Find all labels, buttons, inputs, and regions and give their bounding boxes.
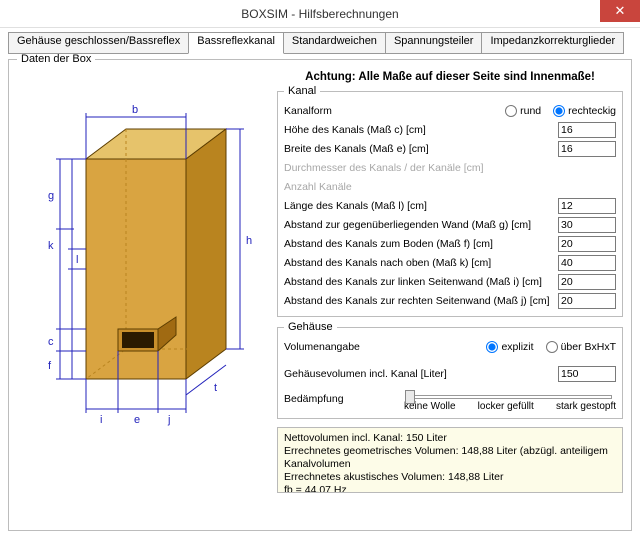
window-title: BOXSIM - Hilfsberechnungen — [241, 7, 398, 21]
groupbox-kanal: Kanal Kanalform rund rechteckig Höhe des… — [277, 85, 623, 317]
abstand-k-input[interactable] — [558, 255, 616, 271]
tab-impedanzkorrekturglieder[interactable]: Impedanzkorrekturglieder — [481, 32, 624, 54]
bedaempfung-label: Bedämpfung — [284, 389, 404, 405]
svg-text:b: b — [132, 104, 138, 116]
abstand-g-label: Abstand zur gegenüberliegenden Wand (Maß… — [284, 219, 558, 231]
svg-text:i: i — [100, 414, 102, 426]
abstand-g-input[interactable] — [558, 217, 616, 233]
svg-text:g: g — [48, 190, 54, 202]
anzahl-label: Anzahl Kanäle — [284, 181, 616, 193]
gehaeuse-legend: Gehäuse — [284, 321, 337, 333]
svg-text:l: l — [76, 254, 78, 266]
tab-bassreflexkanal[interactable]: Bassreflexkanal — [188, 32, 284, 54]
results-box: Nettovolumen incl. Kanal: 150 Liter Erre… — [277, 427, 623, 493]
svg-text:e: e — [134, 414, 140, 426]
abstand-f-label: Abstand des Kanals zum Boden (Maß f) [cm… — [284, 238, 558, 250]
svg-text:j: j — [167, 414, 170, 426]
volangabe-bxhxt-radio[interactable]: über BxHxT — [546, 341, 616, 353]
result-fb: fb = 44,07 Hz — [284, 484, 616, 493]
result-geometrisches-volumen: Errechnetes geometrisches Volumen: 148,8… — [284, 445, 616, 471]
durchmesser-label: Durchmesser des Kanals / der Kanäle [cm] — [284, 162, 616, 174]
groupbox-title: Daten der Box — [17, 53, 95, 65]
slider-label-stark: stark gestopft — [556, 401, 616, 412]
groupbox-daten-der-box: Daten der Box — [8, 53, 632, 531]
volangabe-explizit-radio[interactable]: explizit — [486, 341, 533, 353]
close-icon: ✕ — [615, 3, 626, 19]
close-button[interactable]: ✕ — [600, 0, 640, 22]
svg-text:f: f — [48, 360, 52, 372]
laenge-l-input[interactable] — [558, 198, 616, 214]
slider-thumb[interactable] — [405, 390, 415, 404]
abstand-j-input[interactable] — [558, 293, 616, 309]
warning-text: Achtung: Alle Maße auf dieser Seite sind… — [277, 71, 623, 83]
result-nettovolumen: Nettovolumen incl. Kanal: 150 Liter — [284, 432, 616, 445]
hoehe-c-label: Höhe des Kanals (Maß c) [cm] — [284, 124, 558, 136]
abstand-i-label: Abstand des Kanals zur linken Seitenwand… — [284, 276, 558, 288]
app-window: BOXSIM - Hilfsberechnungen ✕ Gehäuse ges… — [0, 0, 640, 545]
svg-text:h: h — [246, 235, 252, 247]
diagram-pane: b h t — [17, 71, 275, 524]
volumen-input[interactable] — [558, 366, 616, 382]
kanalform-label: Kanalform — [284, 105, 505, 117]
svg-text:c: c — [48, 336, 54, 348]
svg-text:t: t — [214, 382, 217, 394]
kanalform-rechteckig-radio[interactable]: rechteckig — [553, 105, 616, 117]
abstand-k-label: Abstand des Kanals nach oben (Maß k) [cm… — [284, 257, 558, 269]
svg-text:k: k — [48, 240, 54, 252]
result-akustisches-volumen: Errechnetes akustisches Volumen: 148,88 … — [284, 471, 616, 484]
tab-spannungsteiler[interactable]: Spannungsteiler — [385, 32, 483, 54]
hoehe-c-input[interactable] — [558, 122, 616, 138]
volumen-label: Gehäusevolumen incl. Kanal [Liter] — [284, 368, 558, 380]
tab-standardweichen[interactable]: Standardweichen — [283, 32, 386, 54]
box-diagram: b h t — [26, 99, 266, 439]
abstand-f-input[interactable] — [558, 236, 616, 252]
abstand-j-label: Abstand des Kanals zur rechten Seitenwan… — [284, 295, 558, 307]
bedaempfung-slider[interactable] — [408, 395, 612, 399]
abstand-i-input[interactable] — [558, 274, 616, 290]
titlebar: BOXSIM - Hilfsberechnungen ✕ — [0, 0, 640, 28]
breite-e-input[interactable] — [558, 141, 616, 157]
kanal-legend: Kanal — [284, 85, 320, 97]
breite-e-label: Breite des Kanals (Maß e) [cm] — [284, 143, 558, 155]
groupbox-gehaeuse: Gehäuse Volumenangabe explizit über BxHx… — [277, 321, 623, 419]
laenge-l-label: Länge des Kanals (Maß l) [cm] — [284, 200, 558, 212]
tab-geschlossen-bassreflex[interactable]: Gehäuse geschlossen/Bassreflex — [8, 32, 189, 54]
kanalform-rund-radio[interactable]: rund — [505, 105, 541, 117]
volumenangabe-label: Volumenangabe — [284, 341, 486, 353]
slider-label-locker: locker gefüllt — [478, 401, 534, 412]
tabbar: Gehäuse geschlossen/Bassreflex Bassrefle… — [8, 32, 632, 54]
